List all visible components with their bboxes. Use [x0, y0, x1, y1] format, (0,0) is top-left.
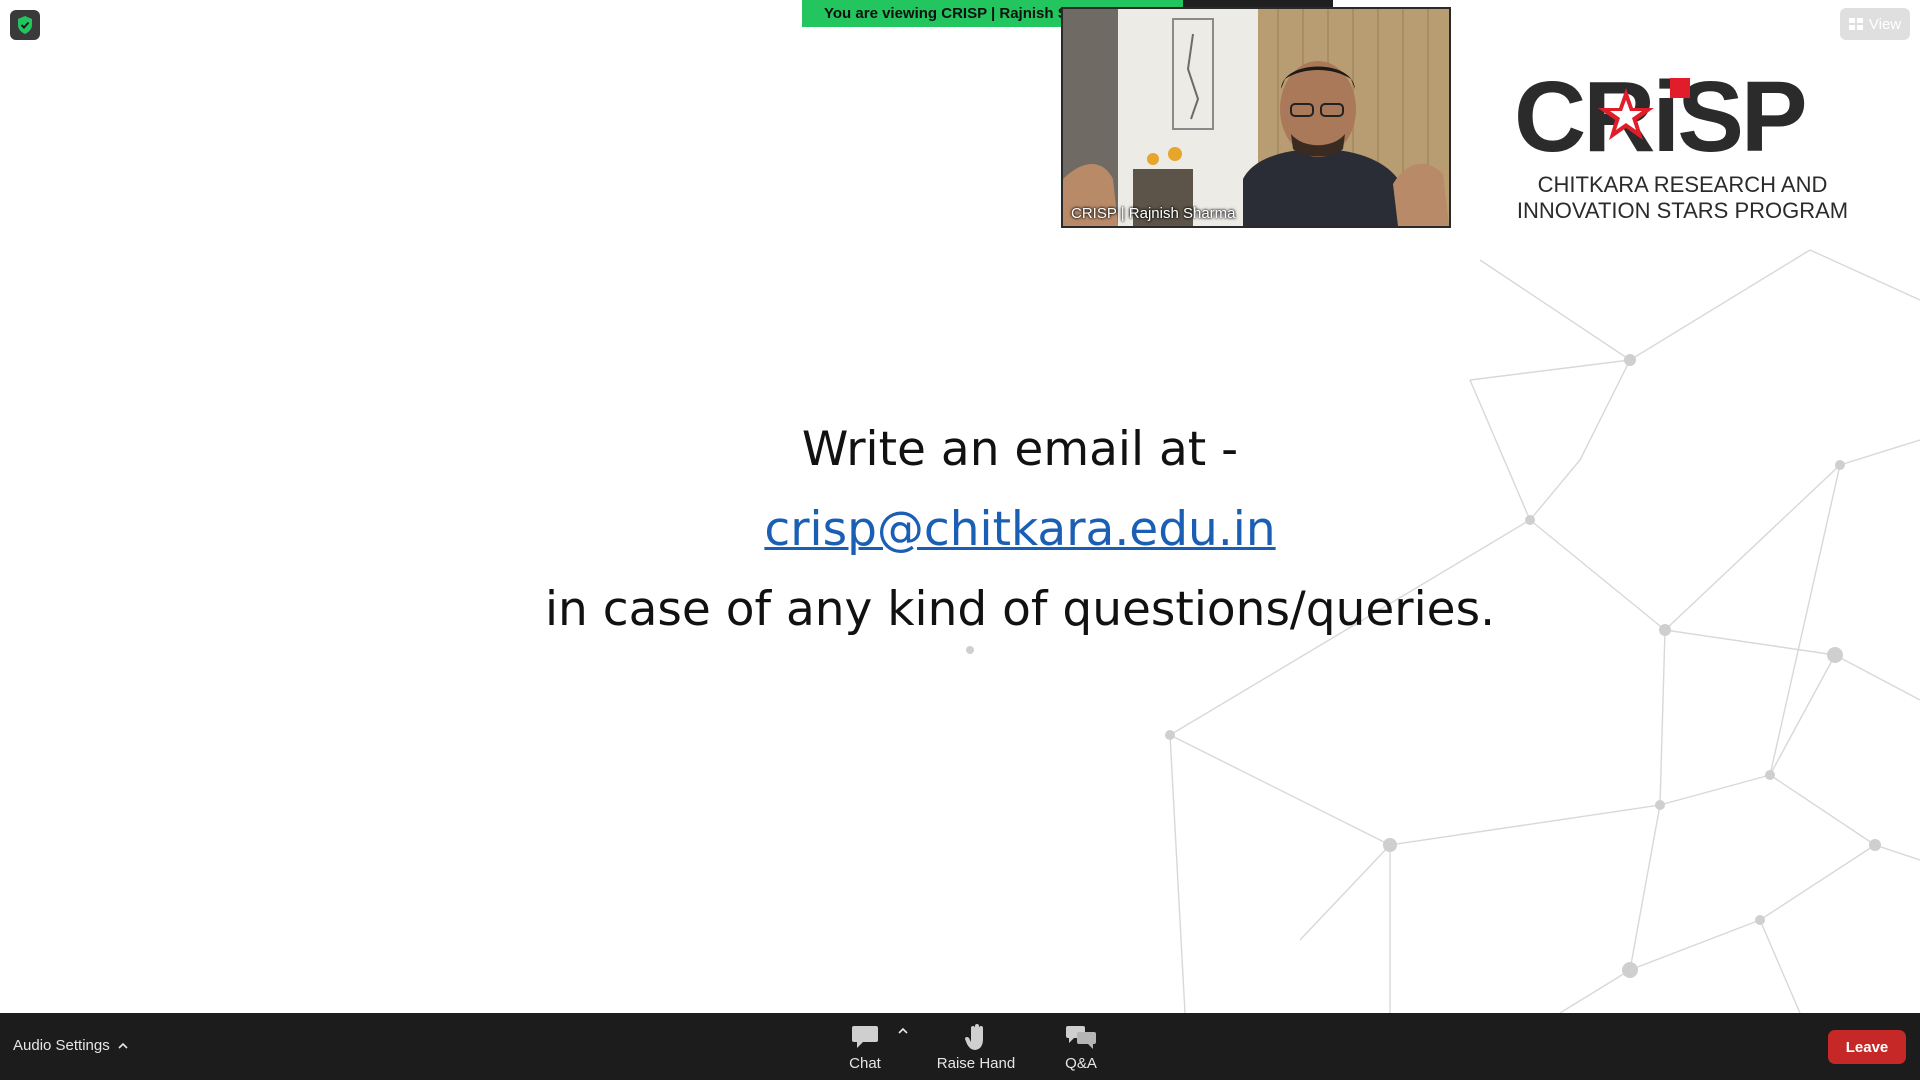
chat-options-caret-icon[interactable] [898, 1027, 908, 1034]
speaker-video-frame [1063, 9, 1449, 226]
slide-line-closing: in case of any kind of questions/queries… [544, 582, 1496, 637]
meeting-toolbar: Audio Settings Chat Raise Hand Q&A Leave [0, 1013, 1920, 1080]
grid-icon [1848, 18, 1863, 30]
participant-name-label: CRISP | Rajnish Sharma [1071, 205, 1236, 222]
chat-bubble-icon [852, 1026, 878, 1048]
qa-bubbles-icon [1066, 1026, 1096, 1049]
chat-label: Chat [849, 1055, 881, 1072]
view-options-button[interactable]: View [1840, 8, 1910, 40]
hand-icon [965, 1024, 983, 1050]
shared-screen: You are viewing CRISP | Rajnish Sharma's… [0, 0, 1920, 1013]
view-button-label: View [1868, 15, 1902, 33]
qa-label: Q&A [1065, 1055, 1097, 1072]
crisp-logo: CRiSP CHITKARA RESEARCH AND INNOVATION S… [1500, 52, 1865, 237]
crisp-wordmark: CRiSP [1514, 61, 1808, 173]
leave-label: Leave [1845, 1038, 1889, 1056]
crisp-red-square-mark [1670, 78, 1690, 98]
caret-up-icon [118, 1042, 128, 1049]
speaker-video-tile[interactable]: CRISP | Rajnish Sharma [1061, 7, 1451, 228]
slide-message: Write an email at - crisp@chitkara.edu.i… [480, 410, 1560, 650]
crisp-subtitle-line1: CHITKARA RESEARCH AND [1537, 172, 1828, 197]
security-shield-badge[interactable] [10, 10, 40, 40]
slide-line-intro: Write an email at - [801, 422, 1239, 477]
leave-button[interactable]: Leave [1828, 1030, 1906, 1064]
audio-settings-label: Audio Settings [13, 1037, 110, 1054]
crisp-subtitle-line2: INNOVATION STARS PROGRAM [1516, 198, 1849, 223]
raise-hand-button[interactable]: Raise Hand [926, 1021, 1026, 1072]
qa-button[interactable]: Q&A [1031, 1021, 1131, 1072]
audio-settings-button[interactable]: Audio Settings [13, 1037, 128, 1054]
email-link[interactable]: crisp@chitkara.edu.in [764, 502, 1275, 557]
crisp-subtitle: CHITKARA RESEARCH AND INNOVATION STARS P… [1500, 172, 1865, 224]
raise-hand-label: Raise Hand [936, 1055, 1016, 1072]
star-emblem-icon [1598, 88, 1654, 140]
shield-check-icon [18, 16, 32, 34]
